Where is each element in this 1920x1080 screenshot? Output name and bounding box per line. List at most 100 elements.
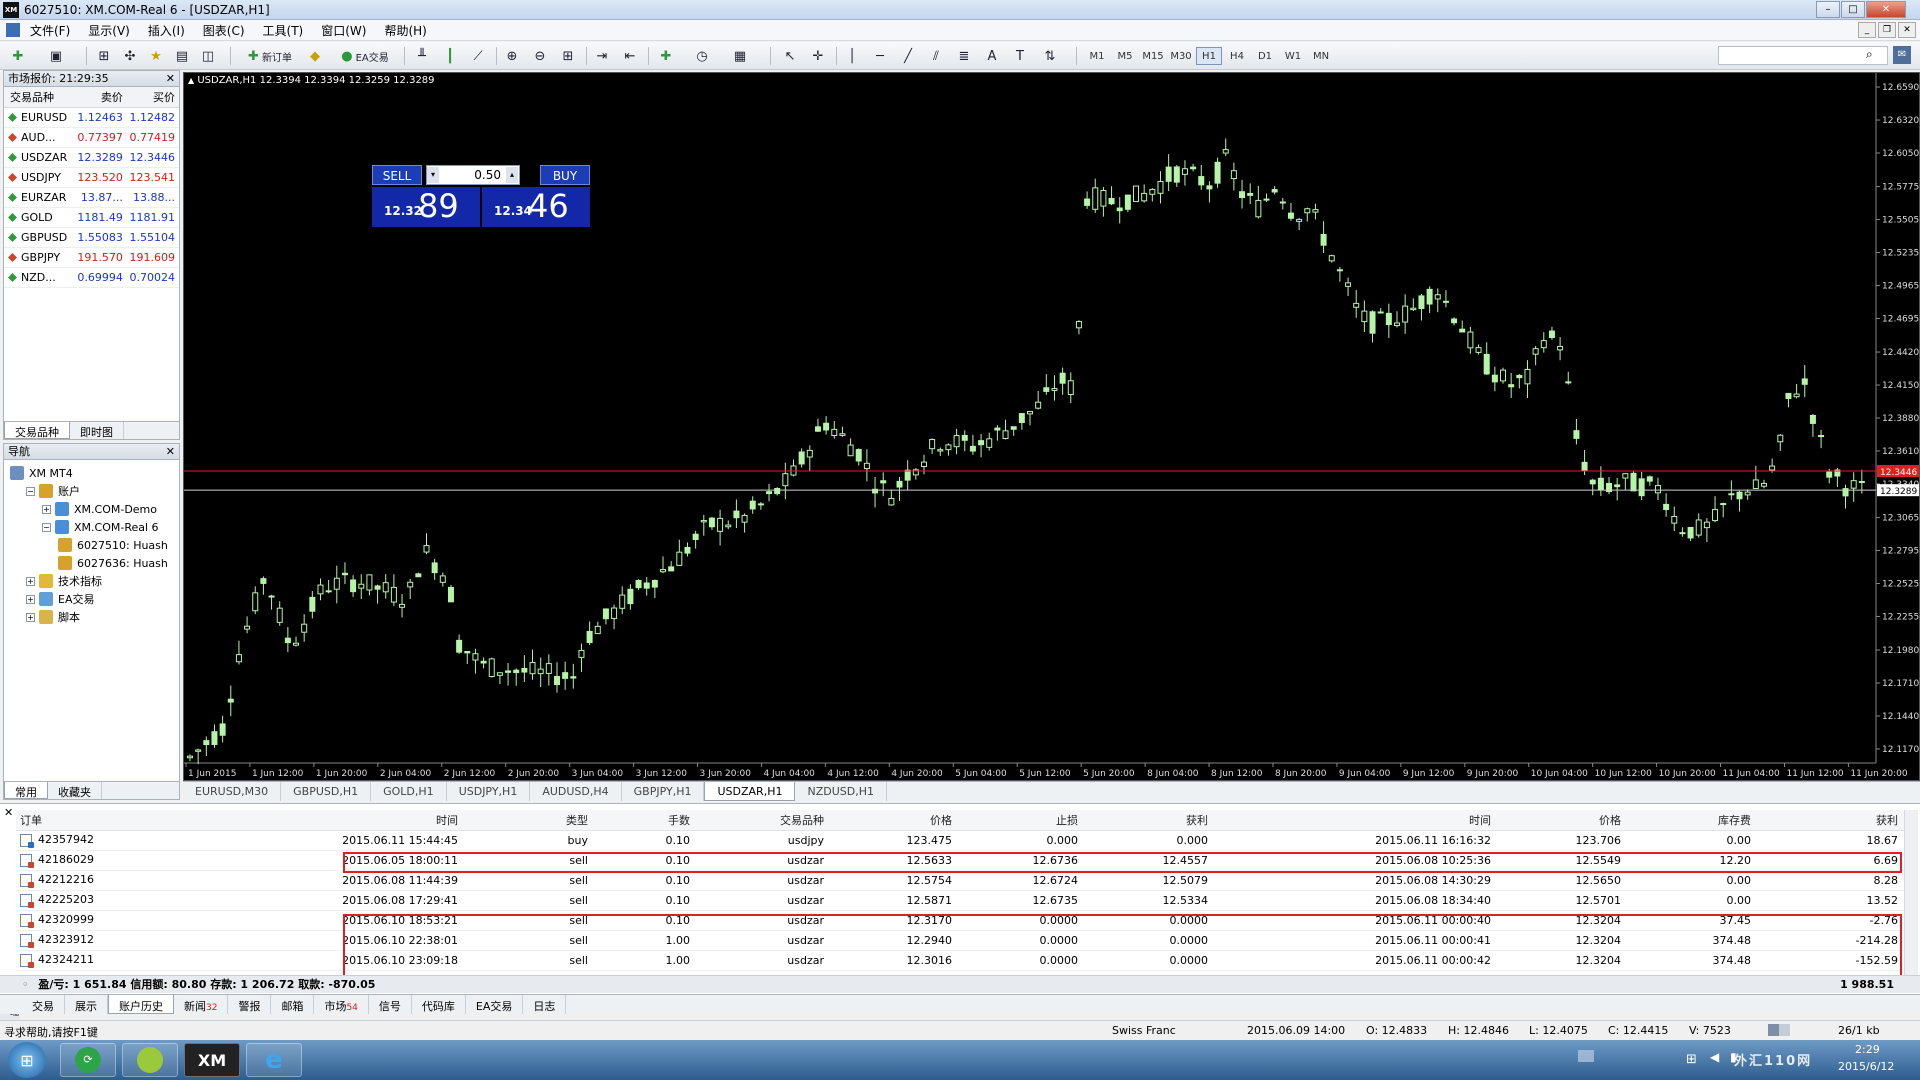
expand-icon[interactable]: − (42, 522, 51, 532)
terminal-tab[interactable]: EA交易 (466, 995, 524, 1014)
terminal-tab[interactable]: 日志 (523, 995, 567, 1014)
sell-price[interactable]: 12.32 89 (372, 187, 480, 227)
market-watch-row[interactable]: AUD... 0.77397 0.77419 (4, 127, 179, 148)
market-watch-row[interactable]: EURZAR 13.87... 13.88... (4, 187, 179, 208)
navigator-item[interactable]: + 脚本 (4, 608, 179, 626)
menu-app-icon[interactable] (6, 23, 20, 37)
timeframe-w1[interactable]: W1 (1280, 47, 1306, 65)
fibonacci-icon[interactable]: ≣ (954, 47, 974, 65)
terminal-tab[interactable]: 新闻32 (174, 995, 229, 1014)
navigator-item[interactable]: − XM.COM-Real 6 (4, 518, 179, 536)
strategy-tester-icon[interactable]: ◫ (198, 47, 218, 65)
chart-tab[interactable]: USDZAR,H1 (704, 782, 796, 801)
chart-tab[interactable]: GBPJPY,H1 (622, 782, 705, 801)
mdi-restore-button[interactable]: ❐ (1878, 22, 1896, 38)
symbol-cell[interactable]: GBPJPY (4, 247, 75, 268)
menu-window[interactable]: 窗口(W) (321, 22, 366, 39)
mdi-close-button[interactable]: ✕ (1898, 22, 1916, 38)
timeframe-h1[interactable]: H1 (1196, 47, 1222, 65)
column-header[interactable]: 价格 (830, 810, 958, 831)
indicators-list-icon[interactable]: ✚ (656, 47, 676, 65)
bar-chart-icon[interactable]: ╨ (412, 47, 432, 65)
expand-icon[interactable]: − (26, 486, 35, 496)
column-header[interactable]: 类型 (464, 810, 594, 831)
navigator-item[interactable]: + XM.COM-Demo (4, 500, 179, 518)
minimize-button[interactable]: – (1816, 1, 1840, 18)
vertical-scrollbar[interactable] (1904, 810, 1918, 978)
search-icon[interactable]: ⌕ (1866, 47, 1873, 62)
close-icon[interactable]: ✕ (166, 71, 175, 86)
terminal-tab[interactable]: 市场54 (314, 995, 369, 1014)
close-icon[interactable]: ✕ (4, 806, 13, 819)
history-row[interactable]: 42212216 2015.06.08 11:44:39 sell 0.10 usdza… (16, 870, 1904, 891)
tray-keyboard-icon[interactable] (1578, 1050, 1594, 1062)
menu-tools[interactable]: 工具(T) (263, 22, 304, 39)
navigator-item[interactable]: − 账户 (4, 482, 179, 500)
chart-tab[interactable]: NZDUSD,H1 (795, 782, 887, 801)
lot-decrease-icon[interactable]: ▾ (427, 167, 439, 183)
navigator-item[interactable]: 6027636: Huash (4, 554, 179, 572)
column-header[interactable]: 卖价 (74, 87, 127, 108)
community-icon[interactable]: ✉ (1893, 46, 1911, 64)
taskbar-browser-icon[interactable]: e (246, 1043, 302, 1077)
auto-scroll-icon[interactable]: ⇥ (592, 47, 612, 65)
column-header[interactable]: 时间 (182, 810, 464, 831)
column-header[interactable]: 手数 (594, 810, 696, 831)
vertical-line-icon[interactable]: │ (842, 47, 862, 65)
zoom-in-icon[interactable]: ⊕ (502, 47, 522, 65)
symbol-cell[interactable]: USDZAR (4, 147, 75, 168)
chart-tab[interactable]: AUDUSD,H4 (530, 782, 622, 801)
trendline-icon[interactable]: ╱ (898, 47, 918, 65)
chart-shift-icon[interactable]: ⇤ (620, 47, 640, 65)
column-header[interactable]: 价格 (1497, 810, 1627, 831)
close-button[interactable]: ✕ (1866, 1, 1906, 18)
tray-volume-icon[interactable]: ◀ (1710, 1050, 1719, 1064)
timeframe-m15[interactable]: M15 (1140, 47, 1166, 65)
history-row[interactable]: 42323912 2015.06.10 22:38:01 sell 1.00 usdza… (16, 930, 1904, 951)
history-row[interactable]: 42357942 2015.06.11 15:44:45 buy 0.10 usdjpy… (16, 830, 1904, 851)
history-row[interactable]: 42320999 2015.06.10 18:53:21 sell 0.10 usdza… (16, 910, 1904, 931)
history-row[interactable]: 42225203 2015.06.08 17:29:41 sell 0.10 usdza… (16, 890, 1904, 911)
market-watch-row[interactable]: NZD... 0.69994 0.70024 (4, 267, 179, 288)
clock-time[interactable]: 2:29 (1855, 1043, 1880, 1056)
menu-file[interactable]: 文件(F) (30, 22, 70, 39)
market-watch-icon[interactable]: ⊞ (94, 47, 114, 65)
navigator-item[interactable]: XM MT4 (4, 464, 179, 482)
taskbar-xm-icon[interactable]: XM (184, 1043, 240, 1077)
column-header[interactable]: 时间 (1214, 810, 1497, 831)
column-header[interactable]: 买价 (126, 87, 179, 108)
chart-tab[interactable]: EURUSD,M30 (183, 782, 282, 801)
navigator-icon[interactable]: ★ (146, 47, 166, 65)
market-watch-row[interactable]: GBPJPY 191.570 191.609 (4, 247, 179, 268)
cursor-icon[interactable]: ↖ (780, 47, 800, 65)
column-header[interactable]: 交易品种 (696, 810, 830, 831)
chart-tab[interactable]: GBPUSD,H1 (281, 782, 372, 801)
menu-insert[interactable]: 插入(I) (148, 22, 185, 39)
clock-date[interactable]: 2015/6/12 (1838, 1060, 1894, 1073)
history-row[interactable]: 42186029 2015.06.05 18:00:11 sell 0.10 usdza… (16, 850, 1904, 871)
tab-common[interactable]: 常用 (4, 782, 48, 799)
metaeditor-icon[interactable]: ◆ (305, 47, 325, 65)
equidistant-channel-icon[interactable]: ⫽ (926, 47, 946, 65)
horizontal-line-icon[interactable]: ─ (870, 47, 890, 65)
navigator-item[interactable]: + EA交易 (4, 590, 179, 608)
navigator-item[interactable]: 6027510: Huash (4, 536, 179, 554)
timeframe-m5[interactable]: M5 (1112, 47, 1138, 65)
close-icon[interactable]: ✕ (166, 444, 175, 459)
new-chart-icon[interactable]: ✚ (8, 47, 28, 65)
crosshair-icon[interactable]: ✛ (808, 47, 828, 65)
arrows-icon[interactable]: ⇅ (1040, 47, 1060, 65)
symbol-cell[interactable]: GOLD (4, 207, 75, 228)
symbol-cell[interactable]: NZD... (4, 267, 75, 288)
terminal-tab[interactable]: 警报 (228, 995, 272, 1014)
periods-icon[interactable]: ◷ (692, 47, 712, 65)
text-icon[interactable]: A (982, 47, 1002, 65)
column-header[interactable]: 获利 (1084, 810, 1214, 831)
history-row[interactable]: 42324211 2015.06.10 23:09:18 sell 1.00 usdza… (16, 950, 1904, 971)
column-header[interactable]: 获利 (1757, 810, 1904, 831)
symbol-cell[interactable]: USDJPY (4, 167, 75, 188)
market-watch-row[interactable]: GBPUSD 1.55083 1.55104 (4, 227, 179, 248)
menu-view[interactable]: 显示(V) (88, 22, 130, 39)
column-header[interactable]: 库存费 (1627, 810, 1757, 831)
tab-tick-chart[interactable]: 即时图 (70, 422, 124, 439)
